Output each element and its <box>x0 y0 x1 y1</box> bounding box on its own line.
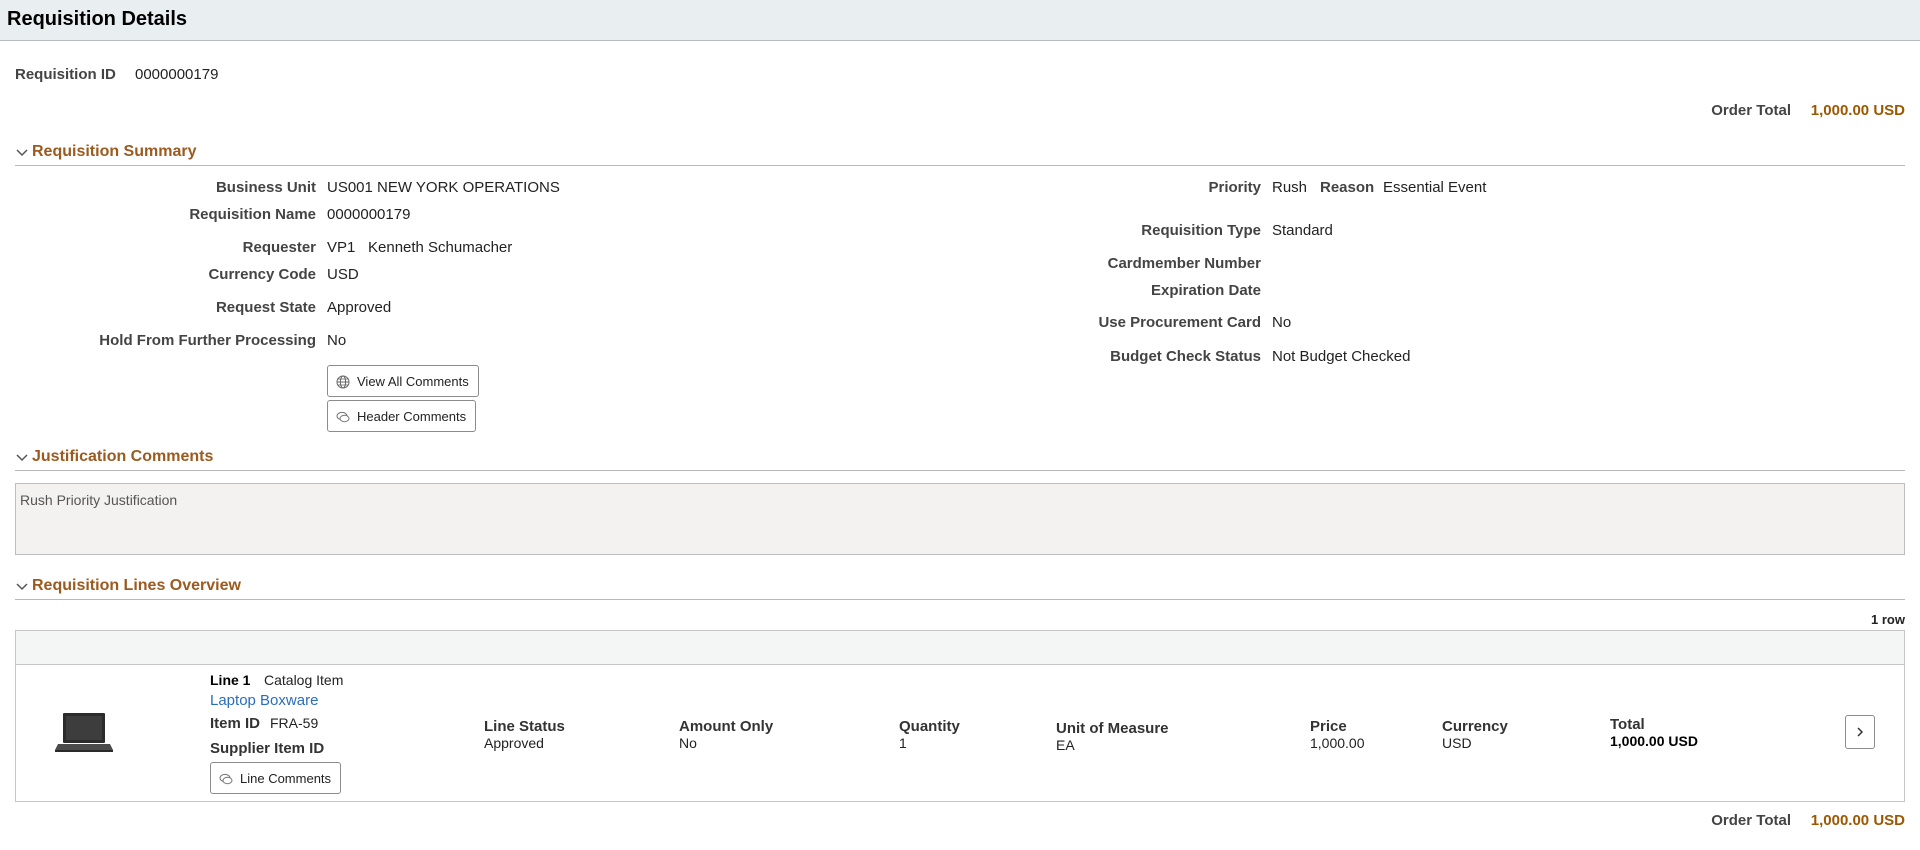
hold-processing-label: Hold From Further Processing <box>99 332 316 349</box>
requester-id: VP1 <box>327 239 356 256</box>
quantity-value: 1 <box>899 735 907 751</box>
business-unit-label: Business Unit <box>215 179 316 196</box>
order-total-value: 1,000.00 USD <box>1810 102 1905 119</box>
line-status-value: Approved <box>484 735 544 751</box>
globe-icon <box>336 375 350 389</box>
line-status-label: Line Status <box>484 718 565 735</box>
item-id-value: FRA-59 <box>270 715 319 731</box>
request-state-label: Request State <box>215 299 316 316</box>
requisition-summary-title: Requisition Summary <box>32 143 197 160</box>
justification-title: Justification Comments <box>32 448 214 465</box>
chevron-down-icon[interactable] <box>15 145 29 159</box>
price-label: Price <box>1310 718 1347 735</box>
justification-textarea[interactable]: Rush Priority Justification <box>15 483 1905 555</box>
header-comments-button[interactable]: Header Comments <box>327 400 476 432</box>
requisition-summary-section-header[interactable]: Requisition Summary <box>15 143 1905 166</box>
total-value: 1,000.00 USD <box>1610 733 1698 749</box>
procurement-card-label: Use Procurement Card <box>1098 314 1261 331</box>
item-id-label: Item ID <box>210 715 261 732</box>
priority-label: Priority <box>1208 179 1261 196</box>
page-header: Requisition Details <box>0 0 1920 41</box>
supplier-item-id-label: Supplier Item ID <box>210 740 325 757</box>
price-value: 1,000.00 <box>1310 735 1365 751</box>
view-all-comments-label: View All Comments <box>357 374 469 389</box>
comment-icon <box>219 773 233 785</box>
request-state-value: Approved <box>327 299 392 316</box>
business-unit-value: US001 NEW YORK OPERATIONS <box>327 179 560 196</box>
hold-processing-value: No <box>327 332 347 349</box>
reason-value: Essential Event <box>1383 179 1487 196</box>
cardmember-number-label: Cardmember Number <box>1107 255 1261 272</box>
budget-check-status-label: Budget Check Status <box>1110 348 1261 365</box>
line-comments-button[interactable]: Line Comments <box>210 762 341 794</box>
line-number: Line 1 <box>210 672 251 688</box>
view-all-comments-button[interactable]: View All Comments <box>327 365 479 397</box>
lines-overview-title: Requisition Lines Overview <box>32 577 241 594</box>
priority-value: Rush <box>1272 179 1308 196</box>
footer-order-total-label: Order Total <box>1711 812 1791 829</box>
currency-label: Currency <box>1442 718 1508 735</box>
currency-code-value: USD <box>327 266 359 283</box>
order-total-label: Order Total <box>1711 102 1791 119</box>
line-type: Catalog Item <box>264 672 344 688</box>
header-comments-label: Header Comments <box>357 409 467 424</box>
expiration-date-label: Expiration Date <box>1150 282 1261 299</box>
footer-order-total-value: 1,000.00 USD <box>1810 812 1905 829</box>
currency-value: USD <box>1442 735 1472 751</box>
budget-check-status-value: Not Budget Checked <box>1272 348 1411 365</box>
chevron-down-icon[interactable] <box>15 579 29 593</box>
line-comments-label: Line Comments <box>240 771 332 786</box>
requisition-id-value: 0000000179 <box>135 66 219 83</box>
procurement-card-value: No <box>1272 314 1292 331</box>
quantity-label: Quantity <box>899 718 960 735</box>
lines-overview-section-header[interactable]: Requisition Lines Overview <box>15 577 1905 600</box>
requester-label: Requester <box>242 239 316 256</box>
requisition-name-label: Requisition Name <box>189 206 316 223</box>
chevron-right-icon <box>1857 727 1864 737</box>
requisition-type-value: Standard <box>1272 222 1333 239</box>
justification-section-header[interactable]: Justification Comments <box>15 448 1905 471</box>
laptop-icon <box>55 713 113 752</box>
total-label: Total <box>1610 716 1645 733</box>
row-count: 1 row <box>1871 612 1905 627</box>
item-description-link[interactable]: Laptop Boxware <box>210 692 318 709</box>
unit-of-measure-label: Unit of Measure <box>1056 720 1169 737</box>
amount-only-value: No <box>679 735 697 751</box>
page-title: Requisition Details <box>7 8 188 30</box>
requisition-type-label: Requisition Type <box>1141 222 1261 239</box>
requisition-name-value: 0000000179 <box>327 206 411 223</box>
unit-of-measure-value: EA <box>1056 737 1075 753</box>
line-details-button[interactable] <box>1845 715 1875 749</box>
requisition-id-label: Requisition ID <box>15 66 116 83</box>
reason-label: Reason <box>1320 179 1375 196</box>
grid-header <box>15 630 1905 665</box>
comment-icon <box>336 411 350 423</box>
requester-name: Kenneth Schumacher <box>368 239 513 256</box>
amount-only-label: Amount Only <box>679 718 774 735</box>
currency-code-label: Currency Code <box>208 266 316 283</box>
chevron-down-icon[interactable] <box>15 450 29 464</box>
